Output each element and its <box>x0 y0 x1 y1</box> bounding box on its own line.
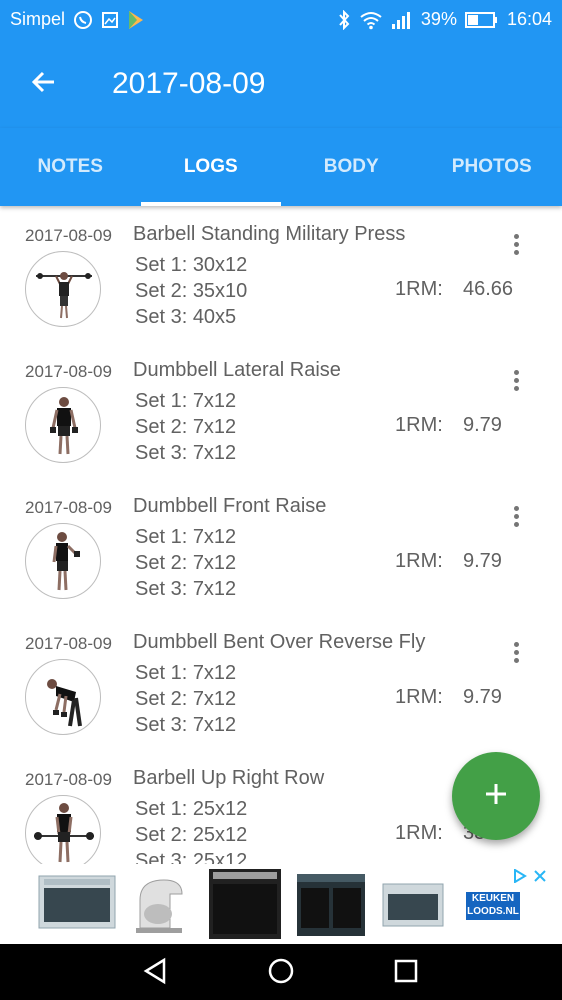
set-line: Set 2: 7x12 <box>135 688 237 710</box>
more-options-button[interactable] <box>503 362 529 398</box>
set-line: Set 2: 7x12 <box>135 416 237 438</box>
one-rm-label: 1RM: <box>395 686 443 708</box>
tab-notes[interactable]: NOTES <box>0 128 141 206</box>
set-line: Set 1: 7x12 <box>135 526 237 548</box>
advertiser-logo: KEUKEN LOODS.NL <box>466 892 520 920</box>
log-date: 2017-08-09 <box>25 362 112 381</box>
set-line: Set 2: 7x12 <box>135 552 237 574</box>
clock: 16:04 <box>506 9 552 29</box>
exercise-thumbnail <box>25 387 101 463</box>
log-date: 2017-08-09 <box>25 770 112 789</box>
exercise-name: Barbell Standing Military Press <box>133 223 406 245</box>
upright-row-figure-icon <box>34 803 94 863</box>
set-line: Set 1: 25x12 <box>135 798 248 820</box>
sets-list: Set 1: 7x12 Set 2: 7x12 Set 3: 7x12 <box>135 388 236 466</box>
one-rm-value: 9.79 <box>463 686 502 708</box>
square-recents-icon <box>394 959 418 988</box>
log-date: 2017-08-09 <box>25 226 112 245</box>
exercise-name: Dumbbell Front Raise <box>133 495 327 517</box>
back-button[interactable] <box>26 66 62 102</box>
circle-home-icon <box>267 957 295 990</box>
set-line: Set 2: 25x12 <box>135 824 248 846</box>
oven-product-image <box>38 870 116 937</box>
nav-recents-button[interactable] <box>389 956 423 990</box>
sets-list: Set 1: 7x12 Set 2: 7x12 Set 3: 7x12 <box>135 660 236 738</box>
log-date: 2017-08-09 <box>25 634 112 653</box>
battery-icon <box>464 11 499 29</box>
adchoices-icon[interactable] <box>510 866 530 886</box>
microwave-product-image <box>382 870 444 935</box>
set-line: Set 1: 7x12 <box>135 662 237 684</box>
barbell-press-figure-icon <box>36 272 92 319</box>
lateral-raise-figure-icon <box>50 397 78 455</box>
sets-list: Set 1: 30x12 Set 2: 35x10 Set 3: 40x5 <box>135 252 247 330</box>
signal-icon <box>391 10 413 30</box>
front-raise-figure-icon <box>52 532 80 591</box>
app-bar: 2017-08-09 <box>0 40 562 128</box>
exercise-thumbnail <box>25 251 101 327</box>
ad-choices[interactable] <box>510 866 550 886</box>
one-rm-label: 1RM: <box>395 278 443 300</box>
bluetooth-icon <box>337 9 351 30</box>
built-in-oven-product-image <box>208 868 282 945</box>
set-line: Set 3: 7x12 <box>135 714 237 736</box>
tab-photos[interactable]: PHOTOS <box>422 128 562 206</box>
sets-list: Set 1: 7x12 Set 2: 7x12 Set 3: 7x12 <box>135 524 236 602</box>
exercise-thumbnail <box>25 659 101 735</box>
more-options-button[interactable] <box>503 634 529 670</box>
log-entry[interactable]: 2017-08-09 Dumbbell Bent Over Reverse Fl… <box>0 614 562 750</box>
log-entry[interactable]: 2017-08-09 Dumbbell Lateral Raise Set 1:… <box>0 342 562 478</box>
wifi-icon <box>359 10 383 30</box>
play-store-icon <box>127 10 145 30</box>
set-line: Set 3: 7x12 <box>135 442 237 464</box>
sets-list: Set 1: 25x12 Set 2: 25x12 Set 3: 25x12 <box>135 796 247 864</box>
add-log-button[interactable] <box>452 752 540 840</box>
arrow-left-icon <box>30 68 58 101</box>
exercise-name: Barbell Up Right Row <box>133 767 325 789</box>
tab-body[interactable]: BODY <box>281 128 422 206</box>
log-entry[interactable]: 2017-08-09 Barbell Standing Military Pre… <box>0 206 562 342</box>
carrier-name: Simpel <box>10 9 66 29</box>
set-line: Set 3: 25x12 <box>135 850 248 864</box>
set-line: Set 3: 7x12 <box>135 578 237 600</box>
one-rm-label: 1RM: <box>395 550 443 572</box>
page-title: 2017-08-09 <box>112 67 266 100</box>
log-date: 2017-08-09 <box>25 498 112 517</box>
one-rm-value: 46.66 <box>463 278 514 300</box>
nav-home-button[interactable] <box>264 956 298 990</box>
nav-back-button[interactable] <box>138 956 172 990</box>
more-options-button[interactable] <box>503 226 529 262</box>
exercise-name: Dumbbell Lateral Raise <box>133 359 341 381</box>
set-line: Set 1: 7x12 <box>135 390 237 412</box>
one-rm-label: 1RM: <box>395 822 443 844</box>
set-line: Set 1: 30x12 <box>135 254 248 276</box>
set-line: Set 2: 35x10 <box>135 280 248 302</box>
range-cooker-product-image <box>296 870 366 943</box>
close-icon[interactable] <box>530 866 550 886</box>
more-options-button[interactable] <box>503 498 529 534</box>
tab-logs[interactable]: LOGS <box>140 128 282 206</box>
battery-percent: 39% <box>420 9 457 29</box>
log-entry[interactable]: 2017-08-09 Dumbbell Front Raise Set 1: 7… <box>0 478 562 614</box>
gallery-icon <box>101 11 119 29</box>
exercise-name: Dumbbell Bent Over Reverse Fly <box>133 631 426 653</box>
exercise-thumbnail <box>25 795 101 864</box>
set-line: Set 3: 40x5 <box>135 306 237 328</box>
plus-icon <box>483 781 509 812</box>
mixer-product-image <box>130 870 190 941</box>
tab-bar: NOTES LOGS BODY PHOTOS <box>0 128 562 206</box>
one-rm-label: 1RM: <box>395 414 443 436</box>
whatsapp-icon <box>73 10 93 30</box>
one-rm-value: 9.79 <box>463 414 502 436</box>
one-rm-value: 9.79 <box>463 550 502 572</box>
system-navigation-bar <box>0 944 562 1000</box>
exercise-thumbnail <box>25 523 101 599</box>
status-bar: Simpel 39% 16:04 <box>0 0 562 40</box>
bent-over-fly-figure-icon <box>47 679 82 727</box>
triangle-back-icon <box>142 957 168 990</box>
